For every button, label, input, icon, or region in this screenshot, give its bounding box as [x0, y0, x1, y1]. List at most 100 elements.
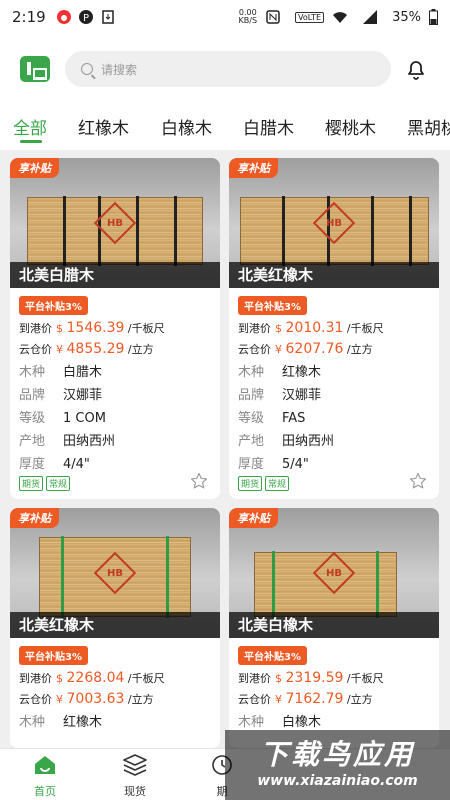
tag-futures: 期货: [19, 476, 44, 491]
port-price-label: 到港价: [238, 322, 271, 335]
tab-all[interactable]: 全部: [13, 114, 47, 139]
nav-home[interactable]: 首页: [15, 753, 75, 799]
cloud-price-value: 6207.76: [285, 341, 344, 357]
port-price-unit: /千板尺: [346, 672, 384, 685]
port-price-row: 到港价 $ 2010.31 /千板尺: [238, 320, 439, 336]
spec-value: 田纳西州: [282, 434, 335, 449]
port-price-currency: $: [56, 322, 63, 335]
subsidy-badge: 享补贴: [229, 508, 278, 528]
search-bar[interactable]: 请搜索: [65, 51, 391, 87]
spec-value: 白橡木: [282, 715, 322, 730]
cloud-price-unit: /立方: [127, 343, 154, 356]
spec-value: 汉娜菲: [63, 388, 103, 403]
cloud-price-row: 云仓价 ¥ 7162.79 /立方: [238, 691, 439, 707]
battery-percent: 35%: [392, 9, 421, 25]
platform-subsidy-tag: 平台补贴3%: [238, 646, 307, 665]
product-photo: HB 享补贴 北美红橡木: [10, 508, 220, 638]
cloud-price-currency: ¥: [275, 693, 282, 706]
spec-value: 1 COM: [63, 411, 106, 426]
spec-key: 厚度: [19, 457, 46, 472]
spec-key: 品牌: [19, 388, 46, 403]
cloud-price-label: 云仓价: [19, 693, 52, 706]
spec-row: 厚度 5/4": [238, 453, 439, 472]
port-price-row: 到港价 $ 2319.59 /千板尺: [238, 670, 439, 686]
active-tab-indicator: [20, 140, 42, 143]
favorite-star-icon[interactable]: [190, 472, 208, 490]
cloud-price-unit: /立方: [346, 693, 373, 706]
bell-icon[interactable]: [404, 57, 428, 81]
spec-key: 产地: [19, 434, 46, 449]
spec-value: 4/4": [63, 457, 90, 472]
cloud-price-currency: ¥: [275, 343, 282, 356]
spec-value: 白腊木: [63, 365, 103, 380]
product-photo: HB 享补贴 北美白橡木: [229, 508, 439, 638]
cloud-price-row: 云仓价 ¥ 4855.29 /立方: [19, 341, 220, 357]
spec-key: 厚度: [238, 457, 265, 472]
platform-subsidy-tag: 平台补贴3%: [19, 646, 88, 665]
status-bar: 2:19 P 0.00 KB/S VoLTE 35%: [0, 0, 450, 34]
port-price-currency: $: [275, 672, 282, 685]
cloud-price-value: 7003.63: [66, 691, 125, 707]
spec-key: 产地: [238, 434, 265, 449]
signal-icon: [363, 10, 378, 24]
watermark-overlay: 下载鸟应用 www.xiazainiao.com: [225, 730, 450, 800]
spec-row: 等级 FAS: [238, 407, 439, 426]
cloud-price-label: 云仓价: [19, 343, 52, 356]
product-card[interactable]: HB 享补贴 北美红橡木 平台补贴3% 到港价 $ 2010.31 /千板尺 云仓…: [229, 158, 439, 499]
favorite-star-icon[interactable]: [409, 472, 427, 490]
cloud-price-unit: /立方: [346, 343, 373, 356]
tab-white-oak[interactable]: 白橡木: [161, 114, 212, 139]
spec-value: 5/4": [282, 457, 309, 472]
port-price-value: 2268.04: [66, 670, 125, 686]
spec-row: 品牌 汉娜菲: [19, 384, 220, 403]
spec-key: 等级: [238, 411, 265, 426]
port-price-unit: /千板尺: [346, 322, 384, 335]
category-tabs: 全部 红橡木 白橡木 白腊木 樱桃木 黑胡桃: [0, 104, 450, 150]
tab-cherry[interactable]: 樱桃木: [325, 114, 376, 139]
product-card[interactable]: HB 享补贴 北美白橡木 平台补贴3% 到港价 $ 2319.59 /千板尺 云仓…: [229, 508, 439, 748]
app-header: 请搜索: [0, 34, 450, 104]
cloud-price-value: 4855.29: [66, 341, 125, 357]
port-price-row: 到港价 $ 2268.04 /千板尺: [19, 670, 220, 686]
product-card[interactable]: HB 享补贴 北美红橡木 平台补贴3% 到港价 $ 2268.04 /千板尺 云仓…: [10, 508, 220, 748]
spec-key: 木种: [238, 365, 265, 380]
tab-red-oak[interactable]: 红橡木: [78, 114, 129, 139]
subsidy-badge: 享补贴: [229, 158, 278, 178]
platform-subsidy-tag: 平台补贴3%: [238, 296, 307, 315]
cloud-price-row: 云仓价 ¥ 6207.76 /立方: [238, 341, 439, 357]
port-price-row: 到港价 $ 1546.39 /千板尺: [19, 320, 220, 336]
cloud-price-label: 云仓价: [238, 693, 271, 706]
cloud-price-currency: ¥: [56, 343, 63, 356]
nfc-icon: [266, 10, 280, 24]
watermark-title: 下载鸟应用: [259, 738, 415, 771]
port-price-unit: /千板尺: [127, 672, 165, 685]
product-name: 北美白腊木: [10, 262, 220, 288]
spec-row: 木种 红橡木: [19, 711, 220, 730]
nav-spot[interactable]: 现货: [105, 753, 165, 799]
spec-key: 木种: [238, 715, 265, 730]
subsidy-badge: 享补贴: [10, 508, 59, 528]
spec-key: 木种: [19, 365, 46, 380]
tag-regular: 常规: [265, 476, 290, 491]
port-price-unit: /千板尺: [127, 322, 165, 335]
port-price-value: 1546.39: [66, 320, 125, 336]
network-speed-unit: KB/S: [238, 16, 258, 25]
port-price-label: 到港价: [19, 322, 52, 335]
spec-row: 厚度 4/4": [19, 453, 220, 472]
product-card[interactable]: HB 享补贴 北美白腊木 平台补贴3% 到港价 $ 1546.39 /千板尺 云仓…: [10, 158, 220, 499]
spec-value: FAS: [282, 411, 306, 426]
spec-row: 木种 白腊木: [19, 361, 220, 380]
home-icon: [35, 756, 55, 774]
tab-black-walnut[interactable]: 黑胡桃: [407, 114, 450, 139]
port-price-currency: $: [56, 672, 63, 685]
tab-ash[interactable]: 白腊木: [243, 114, 294, 139]
product-photo: HB 享补贴 北美白腊木: [10, 158, 220, 288]
network-speed: 0.00 KB/S: [239, 9, 258, 25]
port-price-label: 到港价: [19, 672, 52, 685]
spec-row: 等级 1 COM: [19, 407, 220, 426]
cloud-price-label: 云仓价: [238, 343, 271, 356]
cloud-price-currency: ¥: [56, 693, 63, 706]
app-logo-icon[interactable]: [20, 56, 50, 82]
cloud-price-unit: /立方: [127, 693, 154, 706]
spec-row: 品牌 汉娜菲: [238, 384, 439, 403]
